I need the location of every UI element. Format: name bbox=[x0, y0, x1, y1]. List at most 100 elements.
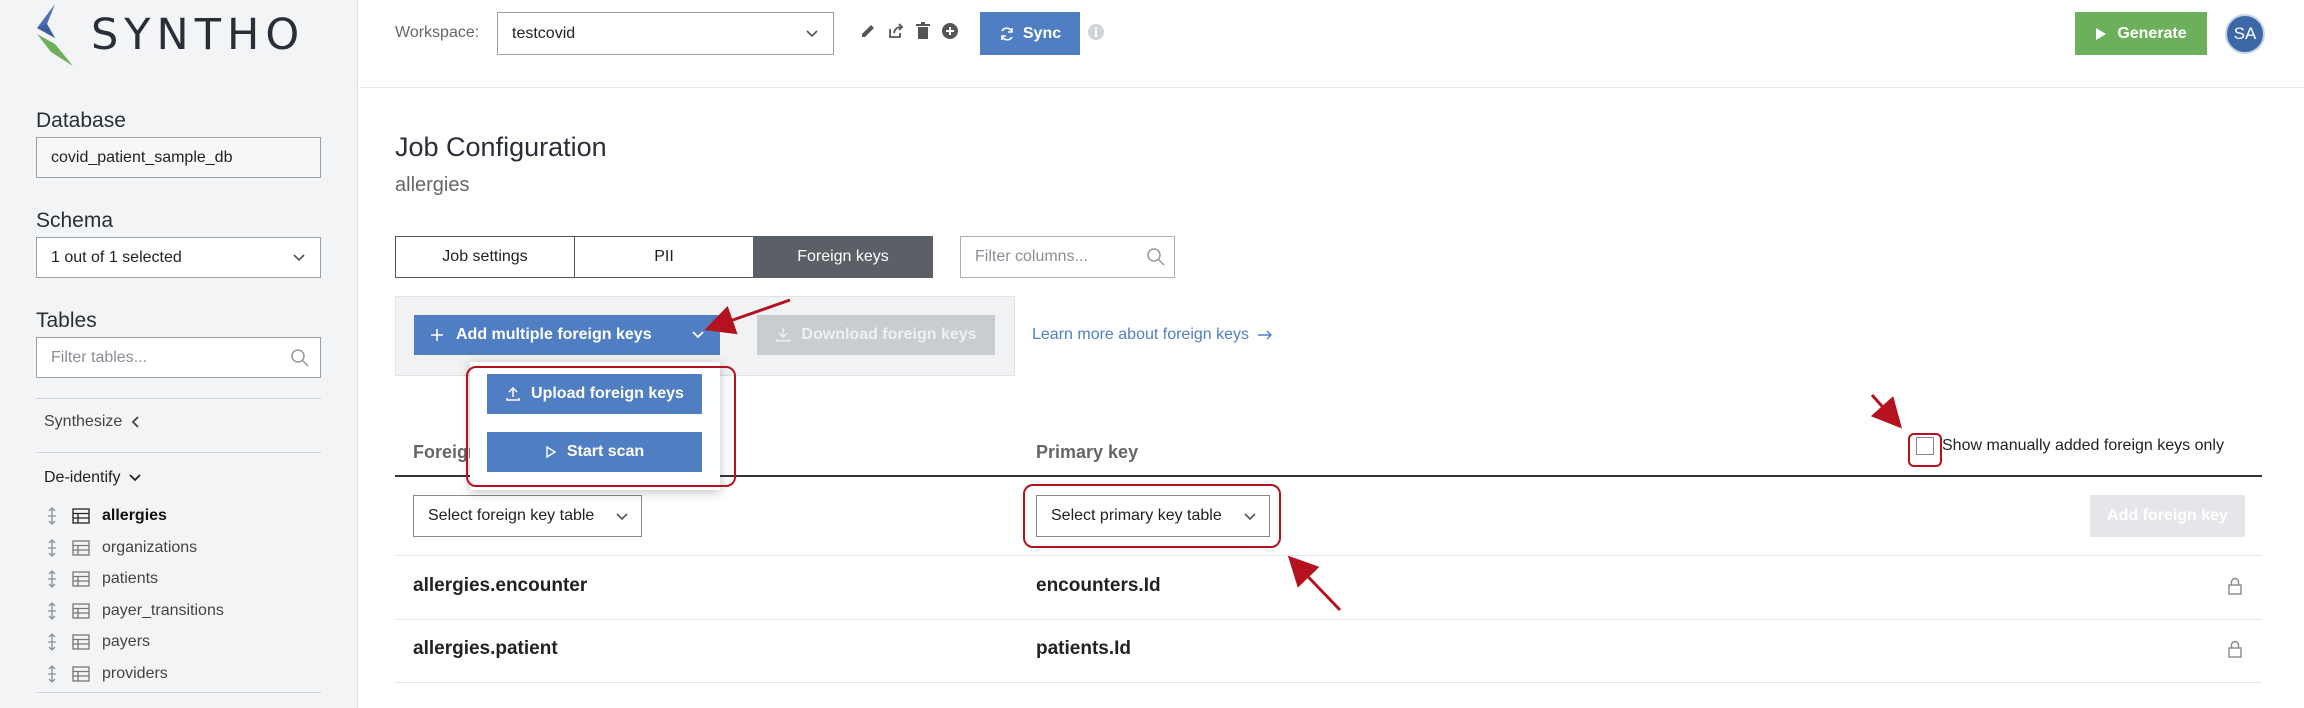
page-subtitle: allergies bbox=[395, 174, 470, 196]
plus-icon bbox=[431, 329, 443, 341]
tables-label: Tables bbox=[36, 309, 97, 332]
drag-handle-icon[interactable] bbox=[44, 664, 60, 683]
info-icon[interactable] bbox=[1086, 22, 1106, 42]
tab-foreign-keys[interactable]: Foreign keys bbox=[753, 236, 933, 278]
table-name: payer_transitions bbox=[102, 601, 224, 619]
chevron-down-icon bbox=[806, 30, 818, 38]
table-name: allergies bbox=[102, 507, 167, 524]
filter-columns-placeholder: Filter columns... bbox=[975, 248, 1088, 265]
search-icon bbox=[291, 349, 309, 367]
sidebar-table-item[interactable]: organizations bbox=[44, 539, 197, 557]
table-icon bbox=[72, 602, 90, 619]
primary-key-column-header: Primary key bbox=[1036, 442, 1139, 462]
select-fk-table-label: Select foreign key table bbox=[428, 507, 595, 524]
drag-handle-icon[interactable] bbox=[44, 633, 60, 651]
table-name: patients bbox=[102, 570, 159, 587]
drag-handle-icon[interactable] bbox=[44, 538, 60, 557]
select-foreign-key-table[interactable]: Select foreign key table bbox=[413, 495, 642, 537]
add-foreign-key-button[interactable]: Add foreign key bbox=[2090, 495, 2245, 537]
trash-icon[interactable] bbox=[915, 22, 931, 40]
schema-value: 1 out of 1 selected bbox=[51, 248, 182, 266]
sidebar-table-item[interactable]: allergies bbox=[44, 507, 167, 525]
user-avatar[interactable]: SA bbox=[2225, 14, 2265, 54]
foreign-key-cell: allergies.patient bbox=[413, 638, 558, 659]
sidebar-table-item[interactable]: payer_transitions bbox=[44, 602, 224, 620]
chevron-down-icon bbox=[616, 513, 628, 521]
row-divider bbox=[395, 555, 2262, 556]
sync-icon bbox=[1001, 26, 1013, 41]
sidebar-table-item[interactable]: providers bbox=[44, 665, 168, 683]
config-tabs: Job settings PII Foreign keys bbox=[395, 236, 933, 278]
arrow-right-icon bbox=[1258, 330, 1273, 340]
deidentify-toggle[interactable]: De-identify bbox=[44, 469, 142, 487]
annotation-arrow bbox=[1870, 393, 1903, 429]
manual-only-filter[interactable]: Show manually added foreign keys only bbox=[1916, 437, 2224, 455]
add-multiple-foreign-keys-button[interactable]: Add multiple foreign keys bbox=[414, 315, 720, 355]
syntho-logo[interactable]: SYNTHO bbox=[33, 4, 305, 66]
drag-handle-icon[interactable] bbox=[44, 507, 60, 525]
table-icon bbox=[72, 508, 90, 524]
schema-select[interactable]: 1 out of 1 selected bbox=[36, 237, 321, 278]
sidebar-divider bbox=[36, 398, 321, 399]
share-icon[interactable] bbox=[887, 22, 905, 40]
synthesize-toggle[interactable]: Synthesize bbox=[44, 413, 142, 431]
row-divider bbox=[395, 682, 2262, 683]
tab-pii[interactable]: PII bbox=[574, 236, 754, 278]
tables-filter-input[interactable]: Filter tables... bbox=[36, 337, 321, 378]
chevron-left-icon bbox=[131, 416, 139, 428]
dropdown-toggle[interactable] bbox=[676, 315, 720, 355]
table-name: providers bbox=[102, 664, 168, 682]
database-field[interactable]: covid_patient_sample_db bbox=[36, 137, 321, 178]
generate-button[interactable]: Generate bbox=[2075, 12, 2207, 55]
drag-handle-icon[interactable] bbox=[44, 570, 60, 588]
pencil-icon[interactable] bbox=[859, 22, 877, 40]
sidebar-table-item[interactable]: patients bbox=[44, 570, 158, 588]
primary-key-cell: encounters.Id bbox=[1036, 575, 1161, 596]
sidebar-table-item[interactable]: payers bbox=[44, 633, 150, 651]
database-label: Database bbox=[36, 109, 126, 132]
tab-job-settings[interactable]: Job settings bbox=[395, 236, 575, 278]
table-icon bbox=[72, 634, 90, 650]
tables-filter-placeholder: Filter tables... bbox=[51, 348, 148, 366]
lock-icon[interactable] bbox=[2227, 639, 2243, 664]
sync-label: Sync bbox=[1022, 24, 1062, 42]
annotation-box-checkbox bbox=[1908, 433, 1942, 467]
download-label: Download foreign keys bbox=[801, 326, 977, 343]
download-foreign-keys-button[interactable]: Download foreign keys bbox=[757, 315, 995, 355]
generate-label: Generate bbox=[2117, 24, 2187, 42]
row-divider bbox=[395, 619, 2262, 620]
add-circle-icon[interactable] bbox=[941, 22, 959, 40]
page-title: Job Configuration bbox=[395, 132, 607, 162]
manual-only-label: Show manually added foreign keys only bbox=[1942, 437, 2224, 454]
learn-more-link[interactable]: Learn more about foreign keys bbox=[1032, 326, 1273, 344]
learn-more-label: Learn more about foreign keys bbox=[1032, 326, 1250, 343]
annotation-box-primary-select bbox=[1023, 484, 1281, 548]
download-icon bbox=[776, 328, 791, 342]
chevron-down-icon bbox=[129, 474, 142, 482]
search-icon bbox=[1147, 248, 1165, 266]
table-icon bbox=[72, 539, 90, 556]
workspace-label: Workspace: bbox=[395, 24, 480, 41]
play-icon bbox=[2096, 27, 2107, 40]
sidebar-divider bbox=[36, 692, 321, 693]
chevron-down-icon bbox=[293, 254, 305, 262]
deidentify-label: De-identify bbox=[44, 469, 121, 486]
chevron-down-icon bbox=[692, 331, 704, 339]
workspace-tools bbox=[859, 22, 959, 40]
add-multiple-label: Add multiple foreign keys bbox=[456, 326, 652, 343]
schema-label: Schema bbox=[36, 209, 114, 232]
annotation-box-dropdown bbox=[466, 366, 736, 487]
workspace-select[interactable]: testcovid bbox=[497, 12, 834, 55]
table-name: organizations bbox=[102, 538, 198, 556]
database-value: covid_patient_sample_db bbox=[51, 148, 233, 166]
lock-icon[interactable] bbox=[2227, 576, 2243, 601]
filter-columns-input[interactable]: Filter columns... bbox=[960, 236, 1175, 278]
top-bar: Workspace: testcovid Sync Generate SA bbox=[359, 0, 2304, 88]
synthesize-label: Synthesize bbox=[44, 413, 123, 430]
annotation-arrow bbox=[1287, 555, 1342, 612]
drag-handle-icon[interactable] bbox=[44, 601, 60, 620]
table-name: payers bbox=[102, 633, 151, 650]
sync-button[interactable]: Sync bbox=[980, 12, 1080, 55]
logo-text: SYNTHO bbox=[91, 10, 306, 60]
sidebar-divider bbox=[36, 452, 321, 453]
